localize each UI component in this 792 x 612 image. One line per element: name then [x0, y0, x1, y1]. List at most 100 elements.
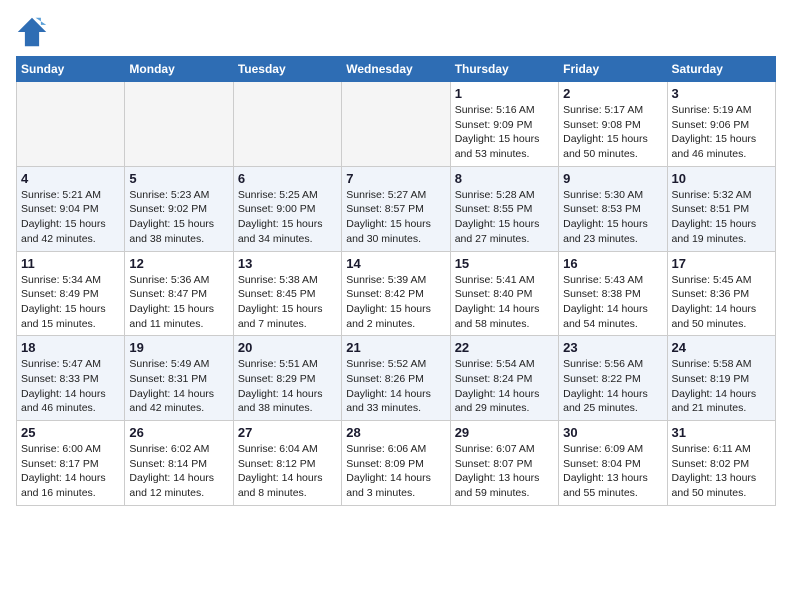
day-info: Sunrise: 5:32 AM Sunset: 8:51 PM Dayligh…: [672, 188, 771, 247]
day-number: 28: [346, 425, 445, 440]
day-info: Sunrise: 5:28 AM Sunset: 8:55 PM Dayligh…: [455, 188, 554, 247]
day-info: Sunrise: 5:51 AM Sunset: 8:29 PM Dayligh…: [238, 357, 337, 416]
calendar-cell: 8 Sunrise: 5:28 AM Sunset: 8:55 PM Daylig…: [450, 166, 558, 251]
calendar-cell: 30 Sunrise: 6:09 AM Sunset: 8:04 PM Dayli…: [559, 421, 667, 506]
calendar-cell: 22 Sunrise: 5:54 AM Sunset: 8:24 PM Dayli…: [450, 336, 558, 421]
day-number: 12: [129, 256, 228, 271]
day-number: 5: [129, 171, 228, 186]
day-info: Sunrise: 5:19 AM Sunset: 9:06 PM Dayligh…: [672, 103, 771, 162]
calendar-cell: 17 Sunrise: 5:45 AM Sunset: 8:36 PM Dayli…: [667, 251, 775, 336]
day-info: Sunrise: 6:06 AM Sunset: 8:09 PM Dayligh…: [346, 442, 445, 501]
calendar-cell: 31 Sunrise: 6:11 AM Sunset: 8:02 PM Dayli…: [667, 421, 775, 506]
day-number: 15: [455, 256, 554, 271]
day-info: Sunrise: 5:54 AM Sunset: 8:24 PM Dayligh…: [455, 357, 554, 416]
week-row-5: 25 Sunrise: 6:00 AM Sunset: 8:17 PM Dayli…: [17, 421, 776, 506]
page-header: [16, 16, 776, 48]
calendar-cell: 4Sunrise: 5:21 AM Sunset: 9:04 PM Daylig…: [17, 166, 125, 251]
day-info: Sunrise: 5:38 AM Sunset: 8:45 PM Dayligh…: [238, 273, 337, 332]
calendar-cell: 9Sunrise: 5:30 AM Sunset: 8:53 PM Daylig…: [559, 166, 667, 251]
day-info: Sunrise: 5:36 AM Sunset: 8:47 PM Dayligh…: [129, 273, 228, 332]
calendar-cell: 20 Sunrise: 5:51 AM Sunset: 8:29 PM Dayli…: [233, 336, 341, 421]
day-number: 23: [563, 340, 662, 355]
day-info: Sunrise: 6:02 AM Sunset: 8:14 PM Dayligh…: [129, 442, 228, 501]
day-number: 21: [346, 340, 445, 355]
calendar-header-row: SundayMondayTuesdayWednesdayThursdayFrid…: [17, 57, 776, 82]
calendar-cell: [17, 82, 125, 167]
day-number: 30: [563, 425, 662, 440]
calendar-cell: 24 Sunrise: 5:58 AM Sunset: 8:19 PM Dayli…: [667, 336, 775, 421]
calendar-cell: 2 Sunrise: 5:17 AM Sunset: 9:08 PM Daylig…: [559, 82, 667, 167]
day-number: 22: [455, 340, 554, 355]
week-row-2: 4Sunrise: 5:21 AM Sunset: 9:04 PM Daylig…: [17, 166, 776, 251]
day-number: 17: [672, 256, 771, 271]
calendar-cell: 6 Sunrise: 5:25 AM Sunset: 9:00 PM Daylig…: [233, 166, 341, 251]
calendar-cell: 3 Sunrise: 5:19 AM Sunset: 9:06 PM Daylig…: [667, 82, 775, 167]
day-info: Sunrise: 5:21 AM Sunset: 9:04 PM Dayligh…: [21, 188, 120, 247]
calendar-cell: 25 Sunrise: 6:00 AM Sunset: 8:17 PM Dayli…: [17, 421, 125, 506]
day-number: 8: [455, 171, 554, 186]
calendar-cell: 1 Sunrise: 5:16 AM Sunset: 9:09 PM Daylig…: [450, 82, 558, 167]
calendar-cell: 14 Sunrise: 5:39 AM Sunset: 8:42 PM Dayli…: [342, 251, 450, 336]
week-row-4: 18Sunrise: 5:47 AM Sunset: 8:33 PM Dayli…: [17, 336, 776, 421]
day-info: Sunrise: 5:34 AM Sunset: 8:49 PM Dayligh…: [21, 273, 120, 332]
day-number: 2: [563, 86, 662, 101]
day-number: 16: [563, 256, 662, 271]
day-info: Sunrise: 5:17 AM Sunset: 9:08 PM Dayligh…: [563, 103, 662, 162]
day-info: Sunrise: 5:41 AM Sunset: 8:40 PM Dayligh…: [455, 273, 554, 332]
day-number: 13: [238, 256, 337, 271]
col-header-friday: Friday: [559, 57, 667, 82]
calendar-cell: 10 Sunrise: 5:32 AM Sunset: 8:51 PM Dayli…: [667, 166, 775, 251]
logo-icon: [16, 16, 48, 48]
calendar-cell: 26Sunrise: 6:02 AM Sunset: 8:14 PM Dayli…: [125, 421, 233, 506]
calendar-cell: 5Sunrise: 5:23 AM Sunset: 9:02 PM Daylig…: [125, 166, 233, 251]
day-info: Sunrise: 5:27 AM Sunset: 8:57 PM Dayligh…: [346, 188, 445, 247]
day-info: Sunrise: 5:16 AM Sunset: 9:09 PM Dayligh…: [455, 103, 554, 162]
day-info: Sunrise: 6:00 AM Sunset: 8:17 PM Dayligh…: [21, 442, 120, 501]
day-info: Sunrise: 5:39 AM Sunset: 8:42 PM Dayligh…: [346, 273, 445, 332]
day-info: Sunrise: 5:56 AM Sunset: 8:22 PM Dayligh…: [563, 357, 662, 416]
day-number: 29: [455, 425, 554, 440]
day-number: 20: [238, 340, 337, 355]
day-info: Sunrise: 5:58 AM Sunset: 8:19 PM Dayligh…: [672, 357, 771, 416]
day-number: 14: [346, 256, 445, 271]
day-info: Sunrise: 6:11 AM Sunset: 8:02 PM Dayligh…: [672, 442, 771, 501]
calendar-cell: 19 Sunrise: 5:49 AM Sunset: 8:31 PM Dayli…: [125, 336, 233, 421]
day-info: Sunrise: 5:25 AM Sunset: 9:00 PM Dayligh…: [238, 188, 337, 247]
calendar-cell: 7 Sunrise: 5:27 AM Sunset: 8:57 PM Daylig…: [342, 166, 450, 251]
day-number: 10: [672, 171, 771, 186]
day-info: Sunrise: 5:45 AM Sunset: 8:36 PM Dayligh…: [672, 273, 771, 332]
calendar-cell: 11 Sunrise: 5:34 AM Sunset: 8:49 PM Dayli…: [17, 251, 125, 336]
day-info: Sunrise: 5:30 AM Sunset: 8:53 PM Dayligh…: [563, 188, 662, 247]
calendar-cell: 27Sunrise: 6:04 AM Sunset: 8:12 PM Dayli…: [233, 421, 341, 506]
col-header-thursday: Thursday: [450, 57, 558, 82]
day-number: 19: [129, 340, 228, 355]
calendar-cell: 12 Sunrise: 5:36 AM Sunset: 8:47 PM Dayli…: [125, 251, 233, 336]
day-number: 11: [21, 256, 120, 271]
day-number: 6: [238, 171, 337, 186]
day-number: 25: [21, 425, 120, 440]
calendar-cell: 13 Sunrise: 5:38 AM Sunset: 8:45 PM Dayli…: [233, 251, 341, 336]
day-info: Sunrise: 5:49 AM Sunset: 8:31 PM Dayligh…: [129, 357, 228, 416]
week-row-3: 11 Sunrise: 5:34 AM Sunset: 8:49 PM Dayli…: [17, 251, 776, 336]
day-number: 1: [455, 86, 554, 101]
calendar-cell: 28 Sunrise: 6:06 AM Sunset: 8:09 PM Dayli…: [342, 421, 450, 506]
day-info: Sunrise: 5:43 AM Sunset: 8:38 PM Dayligh…: [563, 273, 662, 332]
calendar-cell: [233, 82, 341, 167]
day-info: Sunrise: 6:07 AM Sunset: 8:07 PM Dayligh…: [455, 442, 554, 501]
col-header-sunday: Sunday: [17, 57, 125, 82]
calendar-cell: 21 Sunrise: 5:52 AM Sunset: 8:26 PM Dayli…: [342, 336, 450, 421]
calendar-cell: [342, 82, 450, 167]
day-info: Sunrise: 6:09 AM Sunset: 8:04 PM Dayligh…: [563, 442, 662, 501]
col-header-monday: Monday: [125, 57, 233, 82]
day-number: 7: [346, 171, 445, 186]
col-header-tuesday: Tuesday: [233, 57, 341, 82]
logo: [16, 16, 52, 48]
day-number: 31: [672, 425, 771, 440]
day-number: 18: [21, 340, 120, 355]
day-number: 24: [672, 340, 771, 355]
day-number: 27: [238, 425, 337, 440]
calendar-cell: 23 Sunrise: 5:56 AM Sunset: 8:22 PM Dayli…: [559, 336, 667, 421]
day-info: Sunrise: 5:52 AM Sunset: 8:26 PM Dayligh…: [346, 357, 445, 416]
day-number: 3: [672, 86, 771, 101]
calendar-table: SundayMondayTuesdayWednesdayThursdayFrid…: [16, 56, 776, 506]
